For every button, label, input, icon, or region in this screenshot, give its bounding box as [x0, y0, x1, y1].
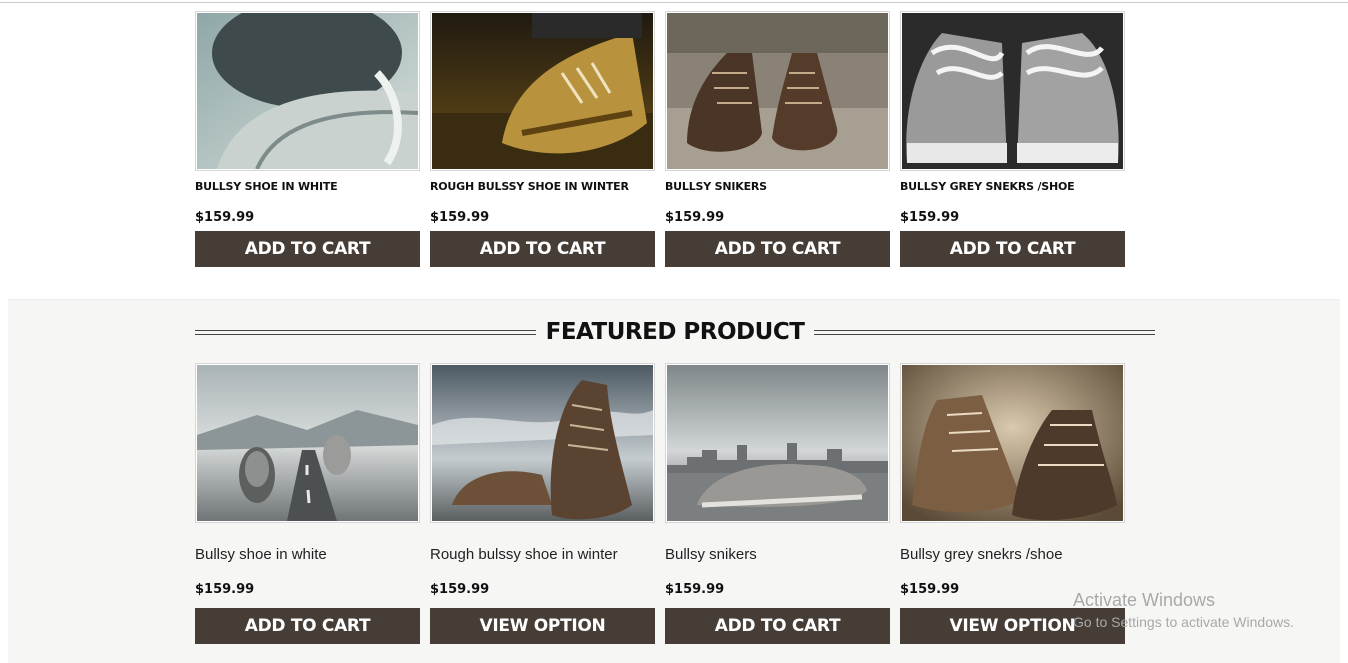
sepia-boots-photo — [902, 365, 1123, 521]
shoe-closeup-white-photo — [197, 13, 418, 169]
activate-windows-watermark: Activate Windows Go to Settings to activ… — [1073, 590, 1294, 630]
product-image[interactable] — [430, 11, 655, 171]
product-price: $159.99 — [430, 210, 490, 225]
product-image[interactable] — [665, 363, 890, 523]
product-name[interactable]: BULLSY SHOE IN WHITE — [195, 180, 420, 194]
product-price: $159.99 — [900, 210, 960, 225]
add-to-cart-button[interactable]: ADD TO CART — [195, 231, 420, 267]
section-title: FEATURED PRODUCT — [545, 319, 805, 345]
heading-rule-left — [195, 329, 536, 335]
shoes-on-road-photo — [197, 365, 418, 521]
product-name[interactable]: Bullsy grey snekrs /shoe — [900, 546, 1125, 564]
add-to-cart-button[interactable]: ADD TO CART — [665, 231, 890, 267]
product-price: $159.99 — [665, 210, 725, 225]
product-image[interactable] — [430, 363, 655, 523]
featured-product-grid: Bullsy shoe in white $159.99 ADD TO CART… — [195, 363, 1125, 644]
product-card: BULLSY GREY SNEKRS /SHOE $159.99 ADD TO … — [900, 11, 1125, 267]
product-price: $159.99 — [195, 210, 255, 225]
product-image[interactable] — [195, 11, 420, 171]
product-name[interactable]: BULLSY GREY SNEKRS /SHOE — [900, 180, 1125, 194]
add-to-cart-button[interactable]: ADD TO CART — [430, 231, 655, 267]
product-image[interactable] — [900, 363, 1125, 523]
watermark-subtitle: Go to Settings to activate Windows. — [1073, 614, 1294, 630]
product-card: BULLSY SHOE IN WHITE $159.99 ADD TO CART — [195, 11, 420, 267]
product-price: $159.99 — [430, 582, 490, 597]
watermark-title: Activate Windows — [1073, 590, 1216, 610]
add-to-cart-button[interactable]: ADD TO CART — [195, 608, 420, 644]
top-divider — [0, 0, 1348, 3]
product-price: $159.99 — [665, 582, 725, 597]
product-card: Rough bulssy shoe in winter $159.99 VIEW… — [430, 363, 655, 644]
heading-rule-right — [814, 329, 1155, 335]
product-card: Bullsy snikers $159.99 ADD TO CART — [665, 363, 890, 644]
product-card: Bullsy shoe in white $159.99 ADD TO CART — [195, 363, 420, 644]
grey-sneakers-photo — [902, 13, 1123, 169]
brown-boots-steps-photo — [667, 13, 888, 169]
product-image[interactable] — [195, 363, 420, 523]
featured-heading: FEATURED PRODUCT — [195, 317, 1155, 347]
product-name[interactable]: ROUGH BULSSY SHOE IN WINTER — [430, 180, 655, 194]
add-to-cart-button[interactable]: ADD TO CART — [665, 608, 890, 644]
product-card: BULLSY SNIKERS $159.99 ADD TO CART — [665, 11, 890, 267]
view-option-button[interactable]: VIEW OPTION — [430, 608, 655, 644]
product-image[interactable] — [665, 11, 890, 171]
product-price: $159.99 — [195, 582, 255, 597]
product-name[interactable]: Bullsy shoe in white — [195, 546, 420, 564]
product-image[interactable] — [900, 11, 1125, 171]
product-name[interactable]: Bullsy snikers — [665, 546, 890, 564]
sneaker-city-skyline-photo — [667, 365, 888, 521]
shoe-puddle-photo — [432, 13, 653, 169]
boots-cloudy-sky-photo — [432, 365, 653, 521]
product-name[interactable]: Rough bulssy shoe in winter — [430, 546, 655, 564]
product-card: ROUGH BULSSY SHOE IN WINTER $159.99 ADD … — [430, 11, 655, 267]
product-name[interactable]: BULLSY SNIKERS — [665, 180, 890, 194]
top-product-grid: BULLSY SHOE IN WHITE $159.99 ADD TO CART… — [195, 11, 1125, 267]
add-to-cart-button[interactable]: ADD TO CART — [900, 231, 1125, 267]
